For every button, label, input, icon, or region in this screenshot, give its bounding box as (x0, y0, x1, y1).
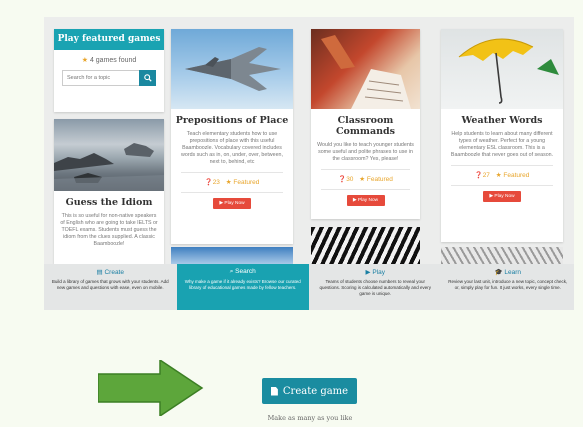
jet-image (171, 29, 293, 109)
star-icon: ★ (495, 172, 502, 179)
umbrella-image (441, 29, 563, 109)
card-title[interactable]: Weather Words (441, 115, 563, 126)
card-description: Help students to learn about many differ… (450, 131, 554, 158)
question-icon: ❓ (474, 172, 483, 179)
classroom-image (311, 29, 420, 109)
feature-description: Build a library of games that grows with… (51, 279, 169, 290)
question-icon: ❓ (338, 176, 347, 183)
feature-strip: ▤ Create Build a library of games that g… (44, 264, 574, 310)
feature-create: ▤ Create Build a library of games that g… (44, 264, 177, 310)
game-card-weather-words[interactable]: Weather Words Help students to learn abo… (441, 29, 563, 242)
play-count: ❓23 (204, 179, 220, 186)
feature-title: ⌕ Search (229, 268, 256, 275)
feature-learn: 🎓 Learn Review your last unit, introduce… (441, 264, 574, 310)
feature-title: ▤ Create (96, 269, 124, 276)
star-icon: ★ (359, 176, 366, 183)
featured-badge: Featured (233, 179, 260, 186)
card-meta: ❓27 ★ Featured (441, 171, 563, 179)
featured-title: Play featured games (54, 29, 164, 50)
feature-description: Review your last unit, introduce a new t… (448, 279, 568, 290)
feature-title: 🎓 Learn (494, 269, 522, 276)
play-icon: ▶ (365, 269, 371, 276)
divider (451, 185, 553, 186)
card-meta: ❓30 ★ Featured (311, 175, 420, 183)
feature-title: ▶ Play (365, 269, 385, 276)
feature-search: ⌕ Search Why make a game if it already e… (176, 264, 309, 310)
document-icon: ▤ (96, 269, 103, 276)
create-game-button[interactable]: Create game (262, 378, 357, 404)
card-title[interactable]: Prepositions of Place (171, 115, 293, 126)
feature-description: Teams of students choose numbers to reve… (319, 279, 432, 296)
search-icon: ⌕ (229, 268, 234, 275)
games-panel: Play featured games ★ 4 games found Sear… (44, 17, 574, 310)
star-icon: ★ (225, 179, 232, 186)
create-game-label: Create game (282, 385, 349, 397)
document-icon (270, 386, 278, 396)
green-arrow-icon (98, 360, 204, 416)
search-icon (143, 74, 152, 82)
divider (181, 192, 283, 193)
game-thumbnail-partial[interactable] (441, 247, 563, 264)
divider (181, 172, 283, 173)
graduation-cap-icon: 🎓 (494, 269, 503, 276)
divider (451, 165, 553, 166)
featured-badge: Featured (366, 176, 393, 183)
divider (321, 169, 410, 170)
search-button[interactable] (139, 70, 156, 86)
card-title[interactable]: Classroom Commands (311, 115, 420, 137)
featured-badge: Featured (503, 172, 530, 179)
question-icon: ❓ (204, 179, 213, 186)
card-meta: ❓23 ★ Featured (171, 178, 293, 186)
rocks-sea-image (54, 119, 164, 191)
game-card-guess-the-idiom[interactable]: Guess the Idiom This is so useful for no… (54, 119, 164, 264)
search-input[interactable] (62, 70, 139, 86)
games-found-text: 4 games found (89, 57, 137, 64)
play-now-button[interactable]: ▶ Play Now (346, 195, 385, 206)
card-description: Would you like to teach younger students… (317, 142, 414, 162)
game-card-prepositions[interactable]: Prepositions of Place Teach elementary s… (171, 29, 293, 244)
divider (321, 189, 410, 190)
play-count: ❓30 (338, 176, 354, 183)
create-subtext: Make as many as you like (267, 414, 353, 422)
game-card-classroom-commands[interactable]: Classroom Commands Would you like to tea… (311, 29, 420, 219)
feature-play: ▶ Play Teams of students choose numbers … (309, 264, 442, 310)
play-now-button[interactable]: ▶ Play Now (483, 191, 521, 202)
zebra-thumbnail-partial[interactable] (311, 227, 420, 264)
games-found: ★ 4 games found (54, 56, 164, 64)
card-description: Teach elementary students how to use pre… (181, 131, 283, 165)
card-description: This is so useful for non-native speaker… (60, 213, 158, 247)
star-icon: ★ (81, 57, 88, 64)
search-row (62, 70, 156, 86)
featured-games-card: Play featured games ★ 4 games found (54, 29, 164, 112)
feature-description: Why make a game if it already exists? Br… (184, 279, 301, 290)
game-thumbnail-partial[interactable] (171, 247, 293, 264)
play-now-button[interactable]: ▶ Play Now (213, 198, 251, 209)
card-title[interactable]: Guess the Idiom (54, 197, 164, 208)
play-count: ❓27 (474, 172, 490, 179)
